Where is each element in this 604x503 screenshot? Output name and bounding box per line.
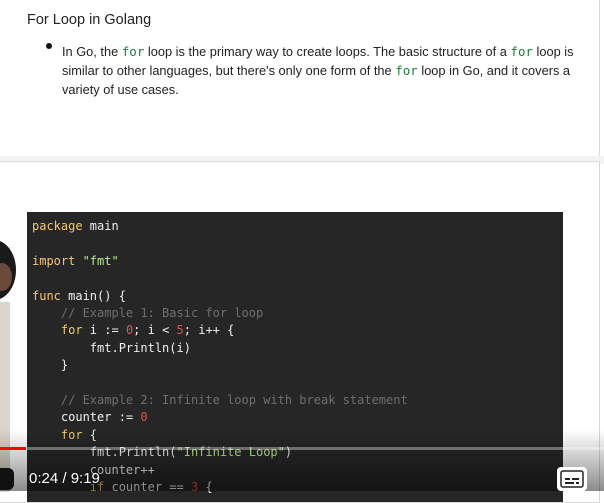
code-line: counter := 0 xyxy=(32,410,148,424)
code-line: // Example 2: Infinite loop with break s… xyxy=(32,393,408,407)
code-line: fmt.Println(i) xyxy=(32,341,191,355)
bullet-paragraph: In Go, the for loop is the primary way t… xyxy=(62,42,582,99)
code-token: package xyxy=(32,219,83,233)
code-token: for xyxy=(32,323,83,338)
paragraph-text: loop is the primary way to create loops.… xyxy=(144,44,511,59)
code-line: func main() { xyxy=(32,289,126,303)
code-token: fmt.Println(i) xyxy=(32,340,191,355)
bullet-point xyxy=(46,43,52,49)
code-token: counter := xyxy=(32,410,141,425)
progress-fill xyxy=(0,447,26,450)
progress-bar[interactable] xyxy=(0,447,604,450)
code-token: ; i++ { xyxy=(183,323,235,338)
code-token: } xyxy=(32,358,69,373)
code-token: main xyxy=(82,219,119,233)
code-token: "fmt" xyxy=(75,253,119,268)
code-token: 0 xyxy=(140,410,148,425)
code-token: main() { xyxy=(60,288,126,303)
code-line: // Example 1: Basic for loop xyxy=(32,306,263,320)
code-token: i := xyxy=(82,323,126,338)
code-token: 5 xyxy=(176,323,184,338)
inline-code-for: for xyxy=(121,44,145,59)
code-line: import "fmt" xyxy=(32,254,119,268)
code-token: import xyxy=(32,253,76,268)
inline-code-for: for xyxy=(395,63,418,78)
document-heading: For Loop in Golang xyxy=(27,12,152,28)
code-line: for i := 0; i < 5; i++ { xyxy=(32,323,234,337)
time-display: 0:24 / 9:19 xyxy=(29,470,100,487)
inline-code-for: for xyxy=(510,44,533,59)
code-line: package main xyxy=(32,219,119,233)
subtitles-button[interactable] xyxy=(557,467,587,491)
code-token: // Example 1: Basic for loop xyxy=(32,306,264,320)
code-token: // Example 2: Infinite loop with break s… xyxy=(32,393,408,407)
paragraph-text: In Go, the xyxy=(62,44,122,59)
play-button[interactable] xyxy=(0,468,14,490)
code-token: ; i < xyxy=(133,323,177,338)
code-line: } xyxy=(32,358,68,372)
subtitles-icon xyxy=(560,470,584,488)
code-token: func xyxy=(32,288,61,303)
